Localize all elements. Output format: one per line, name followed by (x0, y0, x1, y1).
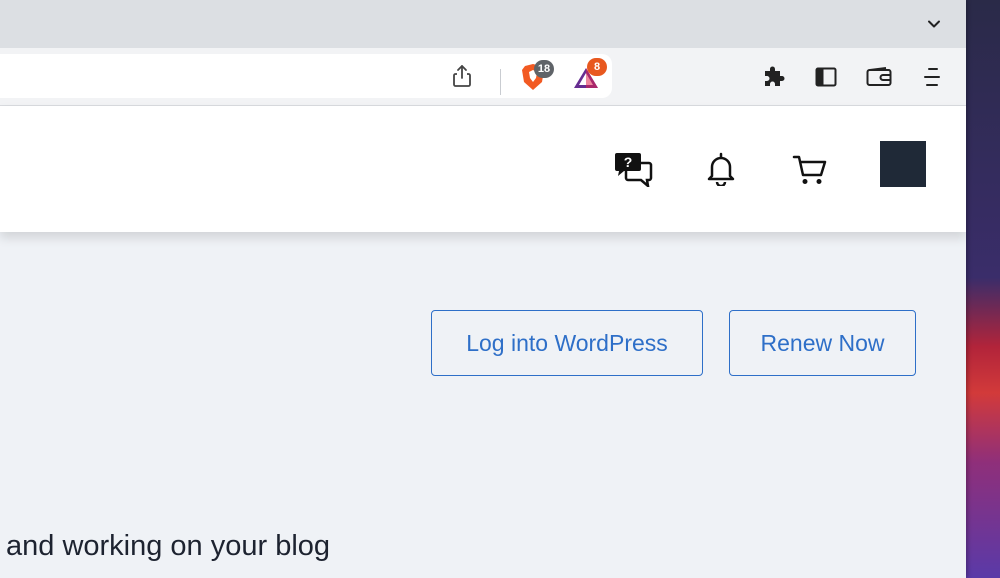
body-text: and working on your blog (6, 530, 331, 562)
tab-strip (0, 0, 966, 48)
share-button[interactable] (448, 62, 476, 90)
site-header: ? (0, 106, 966, 232)
wallet-button[interactable] (864, 64, 894, 90)
support-chat-icon: ? (615, 153, 653, 187)
cart-icon (792, 155, 827, 184)
avatar[interactable] (880, 141, 926, 187)
browser-menu-button[interactable] (920, 64, 944, 90)
login-wordpress-button[interactable]: Log into WordPress (431, 310, 703, 376)
tab-list-button[interactable] (922, 12, 946, 36)
support-chat-button[interactable]: ? (612, 150, 654, 188)
wallet-icon (866, 67, 892, 86)
address-bar-separator (500, 69, 501, 95)
shields-count-badge: 18 (534, 60, 554, 78)
puzzle-icon (765, 66, 785, 86)
sidebar-icon (815, 67, 837, 87)
renew-now-button[interactable]: Renew Now (729, 310, 916, 376)
share-icon (453, 65, 471, 87)
brave-rewards-button[interactable]: 8 (571, 58, 607, 92)
rewards-count-badge: 8 (587, 58, 607, 76)
notifications-button[interactable] (704, 150, 738, 188)
brave-shields-button[interactable]: 18 (518, 60, 554, 92)
menu-icon (924, 68, 940, 86)
bell-icon (707, 152, 735, 186)
desktop-wallpaper (966, 0, 1000, 578)
browser-toolbar: 18 8 (0, 48, 966, 106)
chevron-down-icon (928, 20, 940, 28)
cart-button[interactable] (791, 152, 829, 188)
sidebar-button[interactable] (813, 64, 839, 90)
browser-window: 18 8 ? Log into WordPress Renew Now and … (0, 0, 966, 578)
svg-text:?: ? (624, 154, 633, 170)
extensions-button[interactable] (761, 64, 787, 90)
address-bar[interactable]: 18 8 (0, 54, 612, 98)
